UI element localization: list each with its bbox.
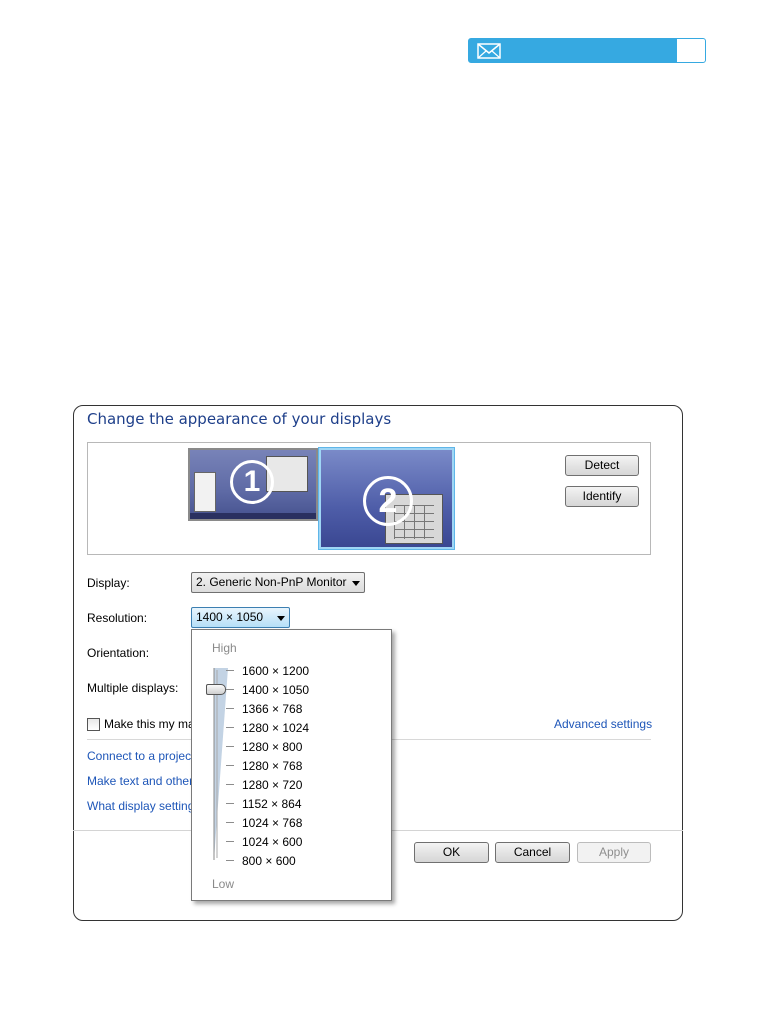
resolution-slider-track[interactable] [212,668,230,860]
advanced-settings-link[interactable]: Advanced settings [554,717,652,731]
identify-button[interactable]: Identify [565,486,639,507]
chevron-down-icon [277,616,285,621]
slider-tick [226,727,234,728]
make-main-display-label: Make this my ma [104,717,195,731]
multiple-displays-label: Multiple displays: [87,681,179,695]
display-select-value: 2. Generic Non-PnP Monitor [196,575,347,589]
resolution-slider-thumb[interactable] [206,684,226,695]
resolution-option[interactable]: 1280 × 768 [242,759,302,773]
high-label: High [212,641,237,655]
resolution-option[interactable]: 1024 × 600 [242,835,302,849]
text-size-link[interactable]: Make text and other [87,774,193,788]
slider-tick [226,803,234,804]
monitor-1-taskbar [190,513,316,519]
resolution-option[interactable]: 1280 × 800 [242,740,302,754]
monitor-1-number: 1 [230,460,274,504]
slider-tick [226,765,234,766]
resolution-option[interactable]: 1280 × 720 [242,778,302,792]
resolution-option[interactable]: 1152 × 864 [242,797,302,811]
make-main-display-checkbox[interactable] [87,718,100,731]
ok-button[interactable]: OK [414,842,489,863]
resolution-select-value: 1400 × 1050 [196,610,264,624]
slider-tick [226,822,234,823]
monitor-2[interactable]: 2 [319,448,454,549]
chevron-down-icon [352,581,360,586]
slider-tick [226,689,234,690]
slider-tick [226,708,234,709]
resolution-option[interactable]: 1280 × 1024 [242,721,309,735]
resolution-option[interactable]: 1024 × 768 [242,816,302,830]
display-settings-help-link[interactable]: What display setting [87,799,194,813]
display-label: Display: [87,576,130,590]
envelope-icon [477,43,501,59]
slider-tick [226,670,234,671]
apply-button[interactable]: Apply [577,842,651,863]
connect-projector-link[interactable]: Connect to a projec [87,749,191,763]
resolution-select[interactable]: 1400 × 1050 [191,607,290,628]
slider-tick [226,746,234,747]
resolution-option[interactable]: 800 × 600 [242,854,296,868]
resolution-option[interactable]: 1366 × 768 [242,702,302,716]
resolution-label: Resolution: [87,611,148,625]
mail-bar[interactable] [468,38,706,63]
monitor-2-number: 2 [363,476,413,526]
slider-tick [226,841,234,842]
display-select[interactable]: 2. Generic Non-PnP Monitor [191,572,365,593]
slider-tick [226,860,234,861]
resolution-option[interactable]: 1400 × 1050 [242,683,309,697]
page-title: Change the appearance of your displays [87,410,392,428]
cancel-button[interactable]: Cancel [495,842,570,863]
resolution-dropdown: High 1600 × 1200 1400 × 1050 1366 × 768 … [191,629,392,901]
detect-button[interactable]: Detect [565,455,639,476]
orientation-label: Orientation: [87,646,150,660]
slider-tick [226,784,234,785]
monitor-1[interactable]: 1 [188,448,318,521]
low-label: Low [212,877,235,891]
resolution-option[interactable]: 1600 × 1200 [242,664,309,678]
monitor-1-window [194,472,216,512]
mail-bar-endcap [677,39,705,62]
